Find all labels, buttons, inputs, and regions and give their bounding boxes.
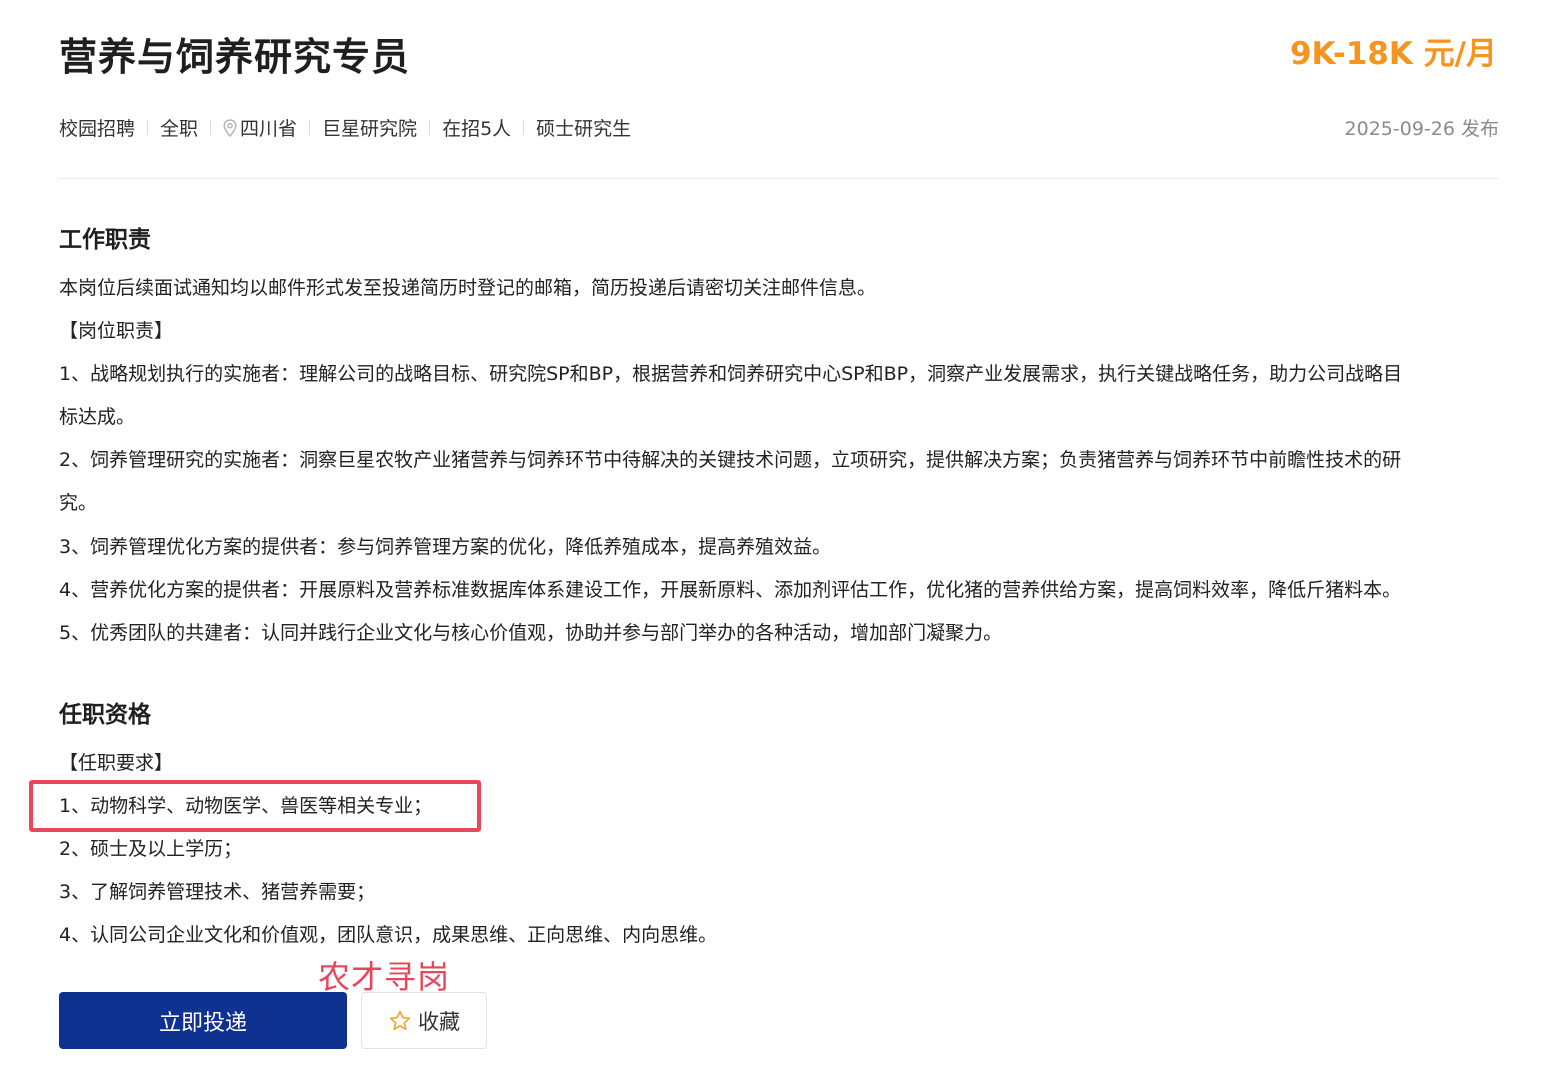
job-title: 营养与饲养研究专员: [59, 35, 411, 79]
qualification-line: 4、认同公司企业文化和价值观，团队意识，成果思维、正向思维、内向思维。: [59, 924, 718, 946]
section-title-duties: 工作职责: [59, 227, 151, 253]
job-location: 四川省: [223, 114, 297, 141]
duty-line: 本岗位后续面试通知均以邮件形式发至投递简历时登记的邮箱，简历投递后请密切关注邮件…: [59, 277, 877, 299]
meta-separator: [429, 120, 431, 135]
salary: 9K-18K 元/月: [1289, 36, 1497, 72]
meta-separator: [309, 120, 311, 135]
favorite-label: 收藏: [418, 1009, 460, 1034]
map-pin-icon: [223, 118, 237, 137]
duty-line: 究。: [59, 492, 98, 514]
qualification-line: 【任职要求】: [59, 752, 174, 774]
qualification-line: 2、硕士及以上学历；: [59, 838, 243, 860]
duty-line: 标达成。: [59, 406, 136, 428]
header-divider: [59, 178, 1499, 179]
recruit-type: 校园招聘: [59, 118, 136, 140]
duty-line: 3、饲养管理优化方案的提供者：参与饲养管理方案的优化，降低养殖成本，提高养殖效益…: [59, 536, 832, 558]
location-text: 四川省: [240, 118, 298, 140]
duty-line: 4、营养优化方案的提供者：开展原料及营养标准数据库体系建设工作，开展新原料、添加…: [59, 579, 1402, 601]
publish-date: 2025-09-26 发布: [1344, 118, 1499, 140]
qualification-line: 3、了解饲养管理技术、猪营养需要；: [59, 881, 376, 903]
duty-line: 2、饲养管理研究的实施者：洞察巨星农牧产业猪营养与饲养环节中待解决的关键技术问题…: [59, 449, 1402, 471]
meta-separator: [523, 120, 525, 135]
section-title-qualifications: 任职资格: [59, 702, 151, 728]
meta-separator: [147, 120, 149, 135]
meta-separator: [210, 120, 212, 135]
education-requirement: 硕士研究生: [536, 118, 632, 140]
highlight-box: [29, 780, 481, 832]
apply-button[interactable]: 立即投递: [59, 992, 347, 1049]
duty-line: 5、优秀团队的共建者：认同并践行企业文化与核心价值观，协助并参与部门举办的各种活…: [59, 622, 1003, 644]
employment-type: 全职: [160, 118, 199, 140]
job-tags: 校园招聘 全职 四川省 巨星研究院 在招5人 硕士研究生: [59, 114, 631, 141]
job-meta-row: 校园招聘 全职 四川省 巨星研究院 在招5人 硕士研究生 2025-09-26 …: [59, 114, 1499, 144]
headcount: 在招5人: [442, 118, 512, 140]
job-header: 营养与饲养研究专员 9K-18K 元/月: [59, 26, 1499, 82]
company-name: 巨星研究院: [322, 118, 418, 140]
duty-line: 【岗位职责】: [59, 320, 174, 342]
star-outline-icon: [389, 1010, 411, 1030]
duty-line: 1、战略规划执行的实施者：理解公司的战略目标、研究院SP和BP，根据营养和饲养研…: [59, 363, 1403, 385]
favorite-button[interactable]: 收藏: [361, 992, 487, 1049]
